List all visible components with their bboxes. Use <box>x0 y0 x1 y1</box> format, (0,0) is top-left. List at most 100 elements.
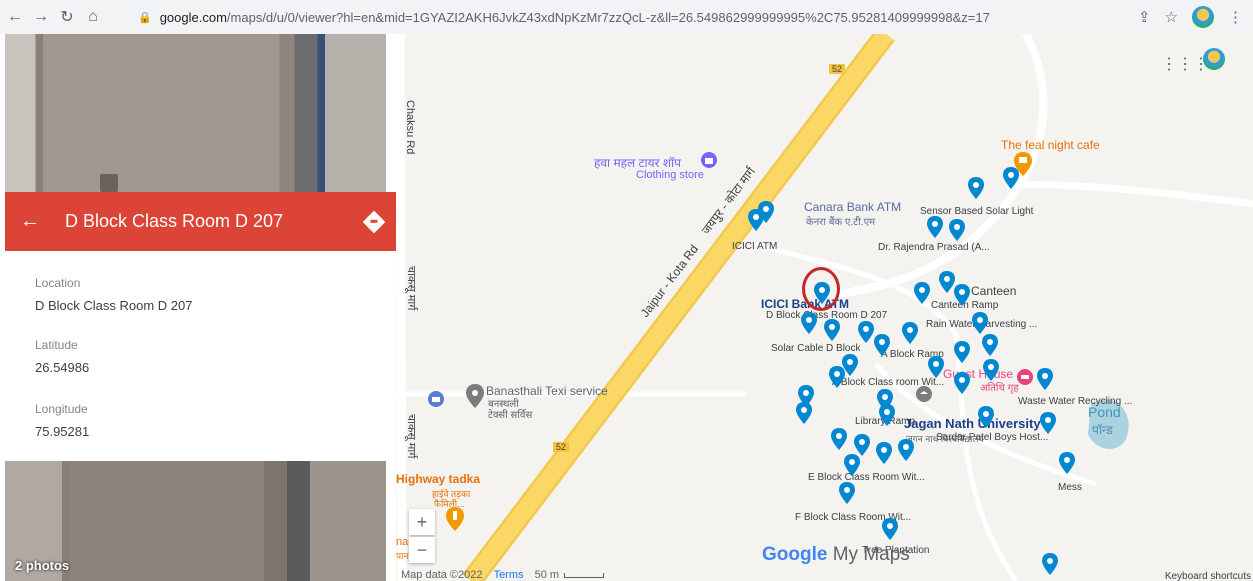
mess-label[interactable]: Mess <box>1058 482 1082 493</box>
rajendra-label[interactable]: Dr. Rajendra Prasad (A... <box>878 242 990 253</box>
map-pin-icon[interactable] <box>1003 167 1019 189</box>
map-pin-icon[interactable] <box>954 341 970 363</box>
chaksu-road-label-hi-2: चाकसू मार्ग <box>405 414 417 459</box>
longitude-value: 75.95281 <box>35 424 90 439</box>
map-pin-icon[interactable] <box>1059 452 1075 474</box>
university-label[interactable]: Jagan Nath University <box>904 416 1041 431</box>
map-pin-icon[interactable] <box>854 434 870 456</box>
map-pin-icon[interactable] <box>796 402 812 424</box>
map-pin-icon[interactable] <box>949 219 965 241</box>
banasthali-label-hi-2: टेक्सी सर्विस <box>488 410 533 421</box>
my-maps-wordmark: My Maps <box>832 544 910 565</box>
map-pin-icon[interactable] <box>954 284 970 306</box>
na-label-hi: पान <box>396 551 409 561</box>
map-pin-icon[interactable] <box>928 356 944 378</box>
icici-atm-label[interactable]: ICICI ATM <box>732 241 777 252</box>
map-pin-icon[interactable] <box>983 359 999 381</box>
keyboard-shortcuts-link[interactable]: Keyboard shortcuts <box>1165 571 1251 581</box>
home-icon[interactable]: ⌂ <box>82 6 104 28</box>
e-block-label[interactable]: E Block Class Room Wit... <box>808 472 925 483</box>
map-attribution: Map data ©2022 Terms 50 m <box>401 569 605 581</box>
map-pin-icon[interactable] <box>939 271 955 293</box>
map-pin-icon[interactable] <box>914 282 930 304</box>
map-pin-icon[interactable] <box>801 312 817 334</box>
map-canvas[interactable]: Chaksu Rd चाकसू मार्ग चाकसू मार्ग Jaipur… <box>396 34 1253 581</box>
map-pin-icon[interactable] <box>831 428 847 450</box>
more-options-icon[interactable]: ⋮ <box>1228 8 1243 26</box>
map-pin-icon[interactable] <box>844 454 860 476</box>
profile-avatar[interactable] <box>1192 6 1214 28</box>
feal-cafe-label[interactable]: The feal night cafe <box>1001 138 1100 152</box>
map-data-text: Map data ©2022 <box>401 569 483 581</box>
terms-link[interactable]: Terms <box>494 569 524 581</box>
map-pin-icon[interactable] <box>839 482 855 504</box>
map-pin-icon[interactable] <box>898 439 914 461</box>
map-pin-icon[interactable] <box>824 319 840 341</box>
university-icon[interactable] <box>916 386 932 408</box>
share-icon[interactable]: ⇪ <box>1138 8 1151 26</box>
map-owner-logo[interactable] <box>1203 48 1225 70</box>
map-pin-icon[interactable] <box>874 334 890 356</box>
solar-cable-label[interactable]: Solar Cable D Block <box>771 343 860 354</box>
chaksu-road-label: Chaksu Rd <box>404 100 416 155</box>
selected-pin-highlight <box>802 267 840 311</box>
google-wordmark: Google <box>762 544 828 565</box>
map-pin-icon[interactable] <box>978 406 994 428</box>
info-panel: ← D Block Class Room D 207 Location D Bl… <box>0 34 396 581</box>
zoom-in-button[interactable]: + <box>409 509 435 535</box>
photo-gallery[interactable]: 2 photos <box>5 461 386 581</box>
map-pin-icon[interactable] <box>954 372 970 394</box>
map-pin-icon[interactable] <box>972 312 988 334</box>
sardar-patel-label[interactable]: Sardar Patel Boys Host... <box>936 432 1048 443</box>
longitude-field: Longitude 75.95281 <box>35 402 89 439</box>
zoom-out-button[interactable]: − <box>409 537 435 563</box>
map-pin-icon[interactable] <box>1037 368 1053 390</box>
reload-icon[interactable]: ↻ <box>56 6 78 28</box>
back-arrow-icon[interactable]: ← <box>5 210 55 233</box>
google-my-maps-logo: Google My Maps <box>762 544 910 566</box>
route-shield-bottom: 52 <box>553 442 570 452</box>
bookmark-star-icon[interactable]: ☆ <box>1165 8 1178 26</box>
canara-label[interactable]: Canara Bank ATM <box>804 200 901 214</box>
scale-label: 50 m <box>534 569 560 581</box>
apps-grid-icon[interactable]: ⋮⋮⋮ <box>1161 54 1209 74</box>
guest-house-label-hi: अतिथि गृह <box>980 383 1019 394</box>
canara-label-hi: केनरा बैंक ए.टी.एम <box>806 217 876 228</box>
map-pin-icon[interactable] <box>758 201 774 223</box>
na-label[interactable]: na <box>396 536 408 548</box>
directions-icon[interactable] <box>352 210 396 233</box>
map-pin-icon[interactable] <box>1042 553 1058 575</box>
map-pin-icon[interactable] <box>876 442 892 464</box>
photo-count: 2 photos <box>15 558 70 573</box>
map-pin-icon[interactable] <box>927 216 943 238</box>
chaksu-road-label-hi: चाकसू मार्ग <box>405 266 417 311</box>
pond-label[interactable]: Pond <box>1088 404 1121 420</box>
back-arrow-icon[interactable]: ← <box>4 6 26 28</box>
latitude-value: 26.54986 <box>35 360 90 375</box>
map-pin-icon[interactable] <box>968 177 984 199</box>
map-pin-icon[interactable] <box>882 518 898 540</box>
place-photo-top[interactable] <box>5 34 386 192</box>
map-pin-icon[interactable] <box>902 322 918 344</box>
map-pin-icon[interactable] <box>829 366 845 388</box>
feature-header: ← D Block Class Room D 207 <box>5 192 396 251</box>
forward-arrow-icon[interactable]: → <box>30 6 52 28</box>
feature-title: D Block Class Room D 207 <box>65 211 284 231</box>
clothing-store-label: Clothing store <box>636 169 704 181</box>
shopping-bag-icon[interactable] <box>701 152 717 174</box>
hotel-icon[interactable] <box>1017 369 1033 391</box>
address-bar[interactable]: 🔒 google.com/maps/d/u/0/viewer?hl=en&mid… <box>134 4 1184 30</box>
highway-tadka-label[interactable]: Highway tadka <box>396 472 480 486</box>
lock-icon: 🔒 <box>138 11 152 24</box>
canteen-label[interactable]: Canteen <box>971 284 1016 298</box>
map-pin-icon[interactable] <box>1040 412 1056 434</box>
restaurant-icon[interactable] <box>446 507 464 531</box>
taxi-icon[interactable] <box>428 391 444 413</box>
pond-label-hi: पॉन्ड <box>1092 423 1113 437</box>
location-label: Location <box>35 276 81 290</box>
map-pin-icon[interactable] <box>982 334 998 356</box>
latitude-label: Latitude <box>35 338 78 352</box>
place-marker-icon[interactable] <box>466 384 484 408</box>
map-pin-icon[interactable] <box>879 404 895 426</box>
map-pin-icon[interactable] <box>858 321 874 343</box>
